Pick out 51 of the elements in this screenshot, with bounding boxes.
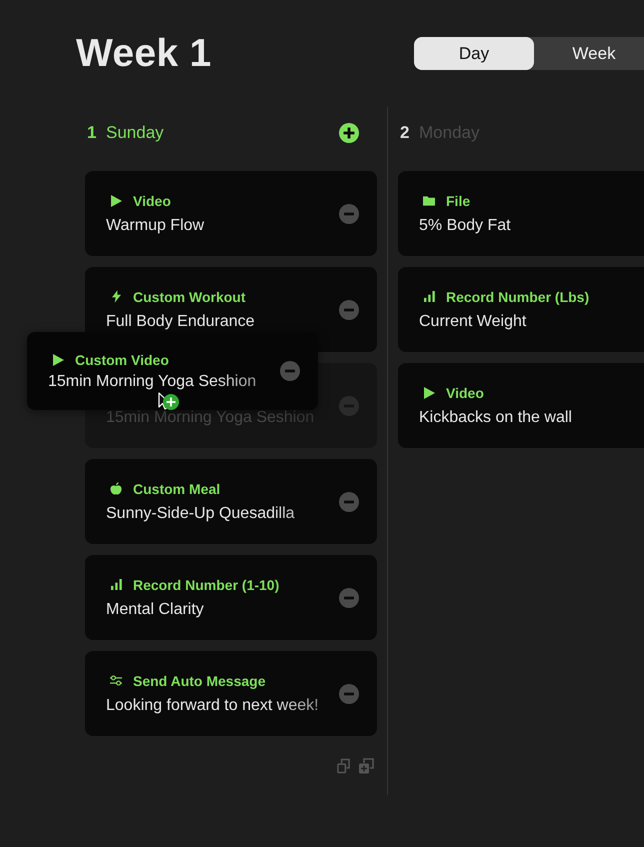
card-title: 5% Body Fat [419,216,511,236]
bar-chart-icon [424,291,434,302]
sliders-icon [110,675,122,686]
card-title: Kickbacks on the wall [419,408,572,428]
minus-circle-icon[interactable] [280,361,300,381]
square-plus-icon[interactable] [358,758,374,774]
minus-circle-icon[interactable] [339,300,359,320]
activity-card[interactable]: Record Number (1-10) Mental Clarity [85,555,377,640]
activity-card[interactable]: Video Kickbacks on the wall [398,363,644,448]
minus-circle-icon[interactable] [339,588,359,608]
play-icon [424,386,434,398]
activity-card[interactable]: Custom Meal Sunny-Side-Up Quesadilla [85,459,377,544]
drag-preview-overlay[interactable]: Custom Video 15min Morning Yoga Seshion [27,332,318,410]
plus-circle-icon[interactable] [339,123,359,143]
type-label: Custom Video [75,351,169,369]
card-title: 15min Morning Yoga Seshion [48,373,256,391]
play-icon [52,354,64,366]
folder-icon [423,196,435,206]
card-title: Current Weight [419,312,526,332]
view-tab[interactable]: Week [534,37,644,70]
apple-icon [110,482,122,495]
day-number: 1 [87,123,98,143]
card-title: Mental Clarity [106,600,204,620]
lightning-bolt-icon [112,290,120,303]
type-label: Record Number (1-10) [133,576,280,594]
type-label: Custom Meal [133,480,220,498]
type-label: File [446,192,470,210]
view-tab[interactable]: Day [414,37,534,70]
day-number: 2 [400,123,410,143]
type-label: Custom Workout [133,288,246,306]
plus-badge-icon [163,394,179,410]
type-label: Video [446,384,484,402]
card-title: Looking forward to next week! [106,696,319,716]
week-title: Week 1 [76,37,212,70]
day-name[interactable]: Sunday [106,123,164,143]
minus-circle-icon[interactable] [339,492,359,512]
activity-card[interactable]: Send Auto Message Looking forward to next week! [85,651,377,736]
activity-card[interactable]: Video Warmup Flow [85,171,377,256]
activity-card[interactable]: Record Number (Lbs) Current Weight [398,267,644,352]
type-label: Video [133,192,171,210]
activity-card[interactable]: File 5% Body Fat [398,171,644,256]
bar-chart-icon [110,579,122,590]
card-title: Full Body Endurance [106,312,255,332]
play-icon [110,194,122,206]
type-label: Record Number (Lbs) [446,288,590,306]
card-title: Warmup Flow [106,216,204,236]
card-title: Sunny-Side-Up Quesadilla [106,504,295,524]
minus-circle-icon[interactable] [339,204,359,224]
minus-circle-icon[interactable] [339,684,359,704]
type-label: Send Auto Message [133,672,266,690]
copy-icon[interactable] [337,758,350,774]
